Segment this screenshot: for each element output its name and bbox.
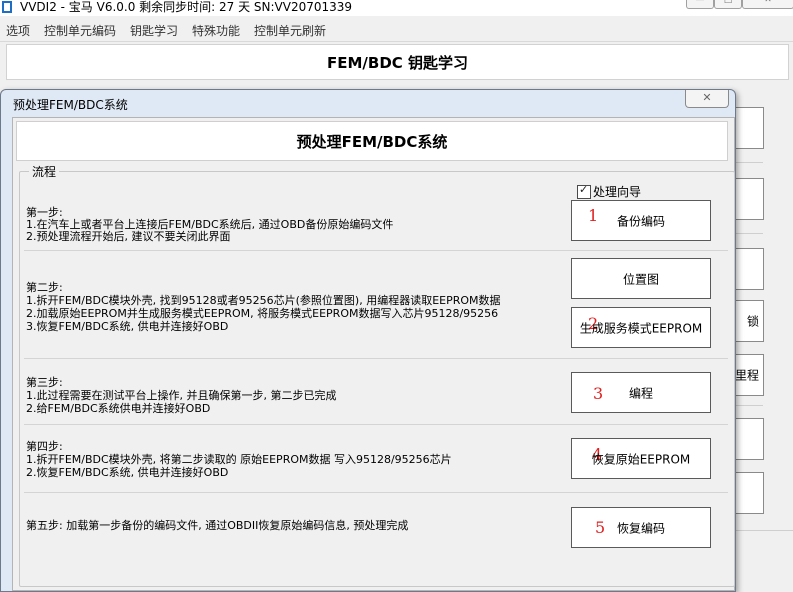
divider [24, 424, 728, 425]
process-groupbox: 流程 ✓ 处理向导 第一步: 1.在汽车上或者平台上连接后FEM/BDC系统后,… [19, 163, 735, 587]
step-1-line-2: 2.预处理流程开始后, 建议不要关闭此界面 [26, 230, 231, 243]
menu-ecu-coding[interactable]: 控制单元编码 [44, 22, 116, 39]
minimize-icon: — [695, 0, 705, 5]
checkmark-icon: ✓ [579, 183, 589, 196]
divider [735, 405, 763, 406]
preprocess-dialog: 预处理FEM/BDC系统 ✕ 预处理FEM/BDC系统 流程 ✓ 处理向导 第一… [0, 89, 736, 592]
maximize-icon: □ [723, 0, 733, 5]
divider [24, 250, 728, 251]
dialog-close-button[interactable]: ✕ [685, 90, 729, 108]
restore-original-eeprom-button[interactable]: 4 恢复原始EEPROM [571, 438, 711, 479]
close-icon: ✕ [764, 0, 772, 5]
step-5-text: 第五步: 加载第一步备份的编码文件, 通过OBDII恢复原始编码信息, 预处理完… [26, 519, 409, 532]
dialog-title: 预处理FEM/BDC系统 [13, 98, 128, 112]
window-title: VVDI2 - 宝马 V6.0.0 剩余同步时间: 27 天 SN:VV2070… [20, 0, 353, 14]
step-3-line-2: 2.给FEM/BDC系统供电并连接好OBD [26, 402, 211, 415]
wizard-checkbox-label[interactable]: 处理向导 [593, 183, 641, 200]
menu-bar: 选项 控制单元编码 钥匙学习 特殊功能 控制单元刷新 [0, 19, 793, 42]
window-controls: — □ ✕ [686, 0, 793, 10]
dialog-heading-box: 预处理FEM/BDC系统 [16, 121, 728, 161]
divider [24, 492, 728, 493]
step-4-line-2: 2.恢复FEM/BDC系统, 供电并连接好OBD [26, 466, 229, 479]
step-2-line-3: 3.恢复FEM/BDC系统, 供电并连接好OBD [26, 320, 229, 333]
restore-coding-button-label: 恢复编码 [616, 521, 665, 535]
divider [735, 162, 763, 163]
restore-coding-button[interactable]: 5 恢复编码 [571, 507, 711, 548]
menu-ecu-flash[interactable]: 控制单元刷新 [254, 22, 326, 39]
generate-service-eeprom-button-label: 生成服务模式EEPROM [579, 321, 703, 335]
program-button-label: 编程 [628, 386, 653, 400]
close-icon: ✕ [702, 91, 712, 104]
close-window-button[interactable]: ✕ [742, 0, 793, 9]
program-button[interactable]: 3 编程 [571, 372, 711, 413]
dialog-body: 预处理FEM/BDC系统 流程 ✓ 处理向导 第一步: 1.在汽车上或者平台上连… [12, 117, 735, 591]
menu-options[interactable]: 选项 [6, 22, 30, 39]
divider [24, 358, 728, 359]
app-logo-icon [2, 1, 12, 13]
dialog-heading: 预处理FEM/BDC系统 [296, 133, 448, 151]
bg-lock-button-label: 锁 [746, 314, 759, 329]
generate-service-eeprom-button[interactable]: 2 生成服务模式EEPROM [571, 307, 711, 348]
minimize-button[interactable]: — [686, 0, 714, 9]
title-bar: VVDI2 - 宝马 V6.0.0 剩余同步时间: 27 天 SN:VV2070… [0, 0, 793, 16]
menu-special-functions[interactable]: 特殊功能 [192, 22, 240, 39]
location-map-button-label: 位置图 [622, 272, 659, 286]
backup-coding-button[interactable]: 1 备份编码 [571, 200, 711, 241]
bg-mileage-button-label: 里程 [734, 368, 759, 383]
page-title: FEM/BDC 钥匙学习 [326, 54, 468, 72]
menu-key-learning[interactable]: 钥匙学习 [130, 22, 178, 39]
restore-original-eeprom-button-label: 恢复原始EEPROM [591, 452, 691, 466]
maximize-button[interactable]: □ [714, 0, 742, 9]
main-heading-box: FEM/BDC 钥匙学习 [6, 44, 789, 80]
divider [735, 530, 793, 531]
divider [735, 233, 763, 234]
wizard-checkbox[interactable]: ✓ [577, 183, 591, 199]
location-map-button[interactable]: 位置图 [571, 258, 711, 299]
backup-coding-button-label: 备份编码 [616, 214, 665, 228]
groupbox-label: 流程 [29, 163, 60, 180]
